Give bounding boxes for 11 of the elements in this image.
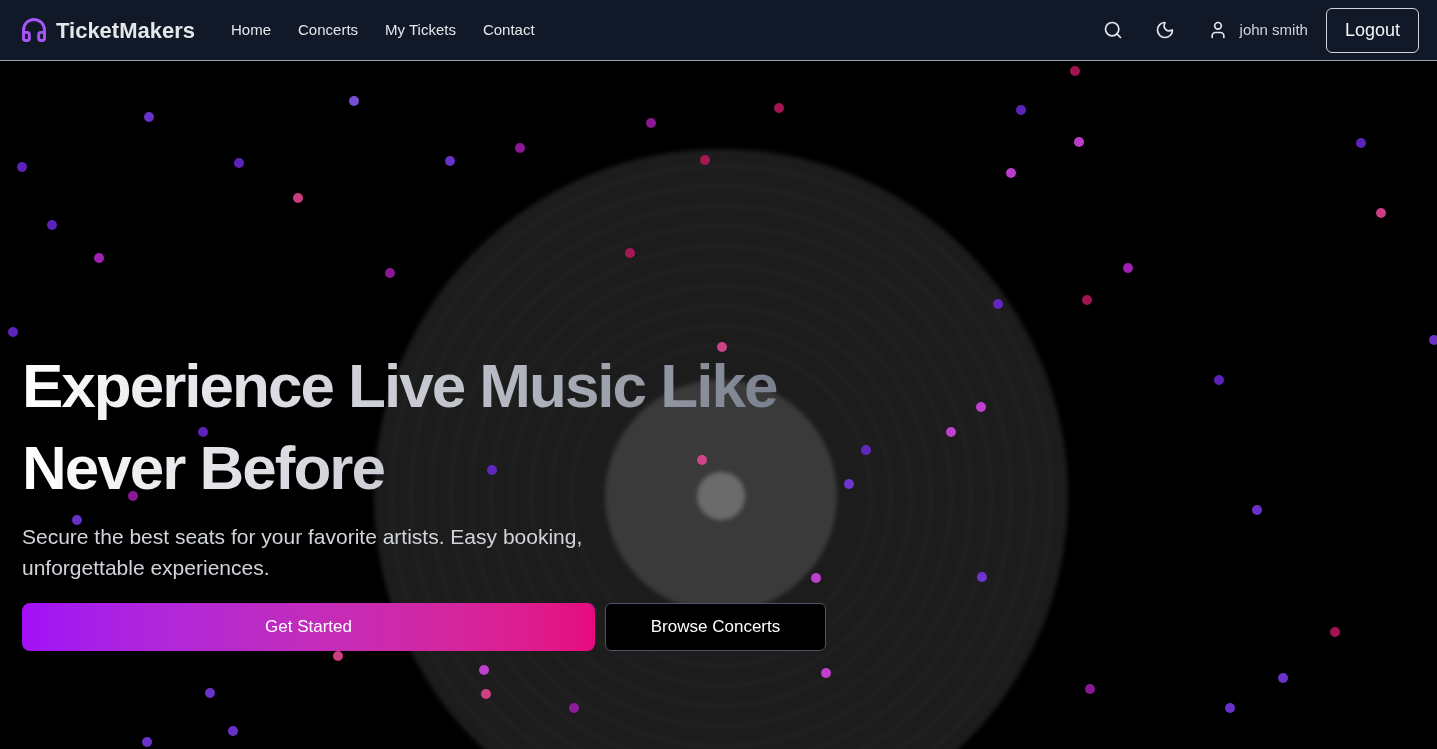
get-started-button[interactable]: Get Started: [22, 603, 595, 651]
nav-link[interactable]: Contact: [482, 18, 535, 42]
logout-button[interactable]: Logout: [1325, 7, 1419, 53]
brand-name: TicketMakers: [56, 16, 195, 45]
browse-concerts-button[interactable]: Browse Concerts: [605, 603, 826, 651]
user-name: john smith: [1239, 19, 1308, 40]
hero-subtitle: Secure the best seats for your favorite artists. Easy booking, unforgettable experiences.: [22, 524, 584, 581]
nav-link[interactable]: Concerts: [298, 18, 359, 42]
nav-link[interactable]: My Tickets: [385, 18, 456, 42]
nav-link[interactable]: Home: [231, 18, 272, 42]
headphones-icon: [20, 16, 48, 44]
